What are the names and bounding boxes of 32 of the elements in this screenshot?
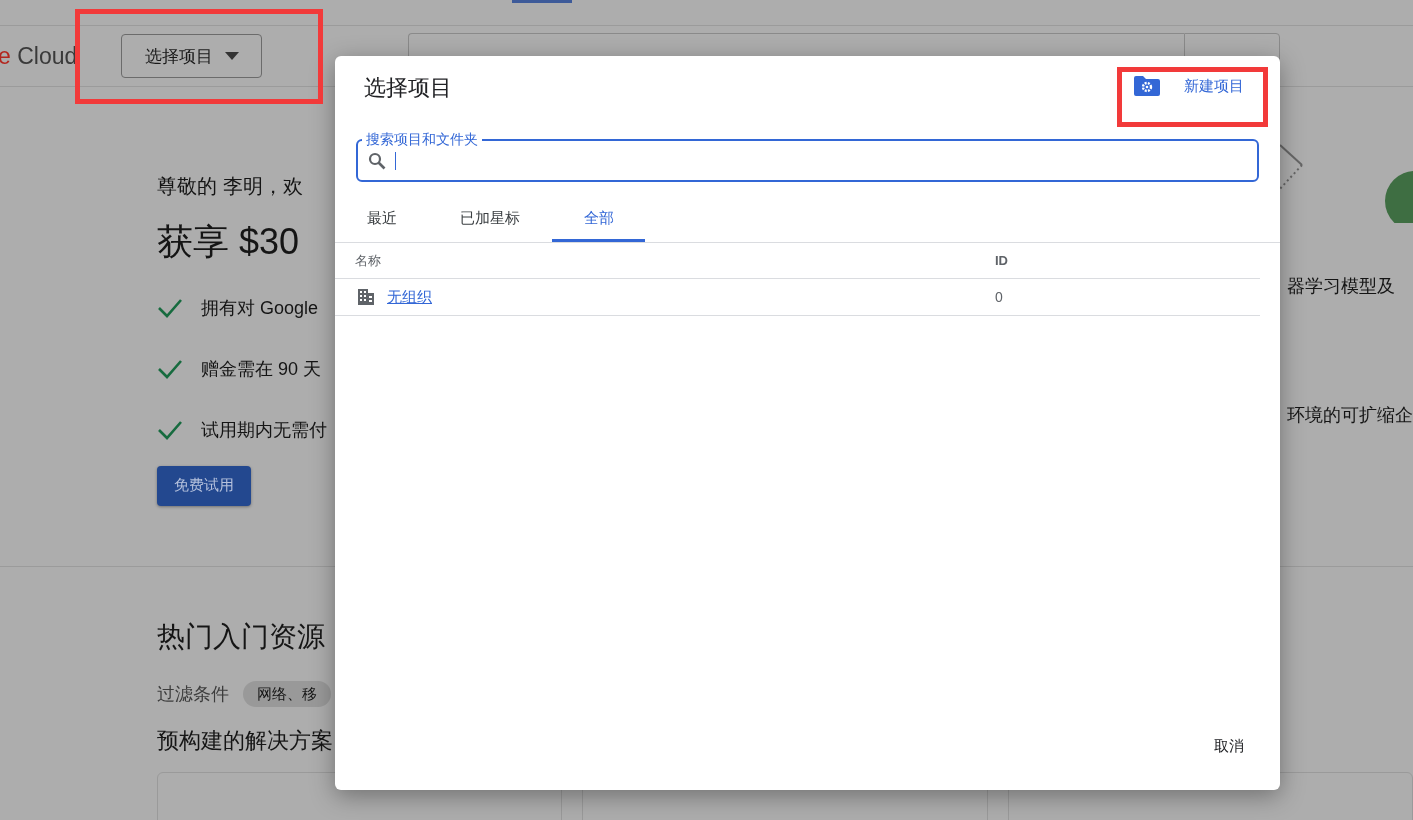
benefit-text: 拥有对 Google <box>201 297 319 320</box>
benefit-text: 赠金需在 90 天 <box>201 358 322 381</box>
building-icon <box>357 288 375 306</box>
text-cursor <box>395 151 396 170</box>
hero-title: 获享 $30 <box>157 220 300 264</box>
column-header: 名称 <box>335 243 995 279</box>
folder-gear-icon <box>1134 76 1160 96</box>
check-icon <box>157 298 183 318</box>
filter-label: 过滤条件 <box>157 683 229 706</box>
benefit-text: 试用期内无需付 <box>201 419 327 442</box>
caret-icon <box>224 52 239 60</box>
feature-text: 器学习模型及 <box>1287 275 1395 298</box>
check-icon <box>157 359 183 379</box>
feature-text: 环境的可扩缩企 <box>1287 404 1413 427</box>
project-selector-button[interactable]: 选择项目 <box>121 34 263 78</box>
table-cell: 0 <box>995 278 1260 316</box>
dialog-title: 选择项目 <box>364 73 452 102</box>
column-header: ID <box>995 243 1260 279</box>
section-subtitle: 预构建的解决方案 <box>157 727 333 755</box>
new-project-button[interactable]: 新建项目 <box>1134 76 1244 98</box>
tab[interactable]: 最近 <box>335 198 428 242</box>
free-trial-button[interactable]: 免费试用 <box>157 465 251 506</box>
cancel-button[interactable]: 取消 <box>1206 728 1252 764</box>
section-title: 热门入门资源 <box>157 620 325 654</box>
search-icon <box>368 151 386 170</box>
check-icon <box>157 420 183 440</box>
tab[interactable]: 全部 <box>552 198 645 242</box>
tab[interactable]: 已加星标 <box>428 198 552 242</box>
organization-link[interactable]: 无组织 <box>387 287 432 307</box>
greeting-text: 尊敬的 李明，欢 <box>157 174 303 199</box>
filter-chip[interactable]: 网络、移 <box>243 681 331 707</box>
tab-indicator <box>512 0 572 3</box>
